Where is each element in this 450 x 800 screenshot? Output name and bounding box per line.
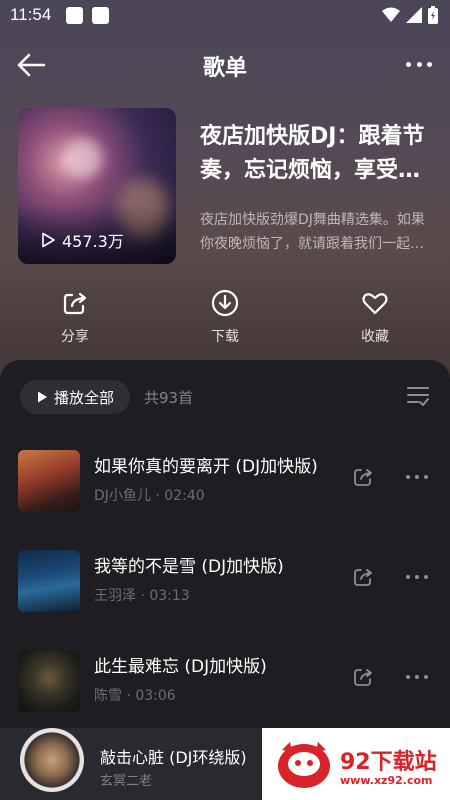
playlist-cover[interactable]: 457.3万 — [18, 108, 176, 264]
watermark-name: 92下载站 — [340, 750, 437, 775]
share-icon[interactable] — [352, 666, 374, 688]
share-icon — [63, 292, 87, 315]
play-outline-icon — [42, 232, 55, 248]
status-time: 11:54 — [10, 5, 52, 24]
song-row[interactable]: 我等的不是雪 (DJ加快版) 王羽泽 · 03:13 — [0, 540, 450, 620]
wifi-icon — [382, 7, 400, 22]
notification-icon — [66, 7, 83, 24]
song-artist: 王羽泽 — [94, 588, 136, 604]
song-count: 共93首 — [144, 389, 194, 407]
song-cover — [18, 650, 80, 712]
playlist-description[interactable]: 夜店加快版劲爆DJ舞曲精选集。如果你夜晚烦恼了，就请跟着我们一起摇摆吧 — [200, 208, 435, 256]
now-playing-artist: 玄冥二老 — [100, 774, 153, 789]
share-label: 分享 — [61, 329, 89, 345]
share-icon[interactable] — [352, 466, 374, 488]
download-button[interactable]: 下载 — [185, 288, 265, 346]
now-playing-cover[interactable] — [20, 728, 84, 792]
song-title: 如果你真的要离开 (DJ加快版) — [94, 457, 318, 477]
top-bar: 歌单 — [0, 40, 450, 90]
share-icon[interactable] — [352, 566, 374, 588]
favorite-label: 收藏 — [361, 329, 389, 345]
song-row[interactable]: 如果你真的要离开 (DJ加快版) DJ小鱼儿 · 02:40 — [0, 440, 450, 520]
play-count: 457.3万 — [40, 228, 124, 252]
play-icon — [37, 391, 47, 403]
song-meta: 王羽泽 · 03:13 — [94, 588, 190, 604]
play-all-label: 播放全部 — [53, 388, 114, 407]
song-row[interactable]: 此生最难忘 (DJ加快版) 陈雪 · 03:06 — [0, 640, 450, 720]
battery-icon — [428, 6, 438, 24]
download-label: 下载 — [211, 329, 239, 345]
site-watermark: 92下载站 www.xz92.com — [262, 728, 450, 800]
multi-select-icon[interactable] — [406, 384, 430, 408]
more-options-icon[interactable] — [406, 62, 432, 68]
download-icon — [211, 289, 239, 317]
heart-icon — [362, 293, 388, 315]
song-meta: DJ小鱼儿 · 02:40 — [94, 488, 205, 504]
more-options-icon[interactable] — [406, 675, 428, 680]
song-duration: 03:06 — [135, 688, 176, 704]
status-icons — [382, 6, 438, 24]
watermark-url: www.xz92.com — [340, 774, 433, 787]
song-artist: DJ小鱼儿 — [94, 488, 151, 504]
play-all-button[interactable]: 播放全部 — [20, 380, 130, 414]
song-meta: 陈雪 · 03:06 — [94, 688, 176, 704]
page-title: 歌单 — [202, 56, 247, 81]
status-bar: 11:54 — [0, 0, 450, 32]
song-duration: 02:40 — [164, 488, 205, 504]
watermark-logo-icon — [278, 742, 330, 788]
share-button[interactable]: 分享 — [35, 288, 115, 346]
more-options-icon[interactable] — [406, 575, 428, 580]
signal-icon — [406, 7, 422, 23]
playlist-title: 夜店加快版DJ：跟着节奏，忘记烦恼，享受快乐 — [200, 124, 425, 183]
song-title: 此生最难忘 (DJ加快版) — [94, 657, 267, 677]
song-title: 我等的不是雪 (DJ加快版) — [94, 557, 284, 577]
notification-icon — [92, 7, 109, 24]
play-count-value: 457.3万 — [62, 232, 124, 251]
song-cover — [18, 450, 80, 512]
more-options-icon[interactable] — [406, 475, 428, 480]
song-artist: 陈雪 — [94, 688, 122, 704]
song-cover — [18, 550, 80, 612]
song-duration: 03:13 — [149, 588, 190, 604]
favorite-button[interactable]: 收藏 — [335, 288, 415, 346]
now-playing-title: 敲击心脏 (DJ环绕版) — [100, 748, 247, 767]
